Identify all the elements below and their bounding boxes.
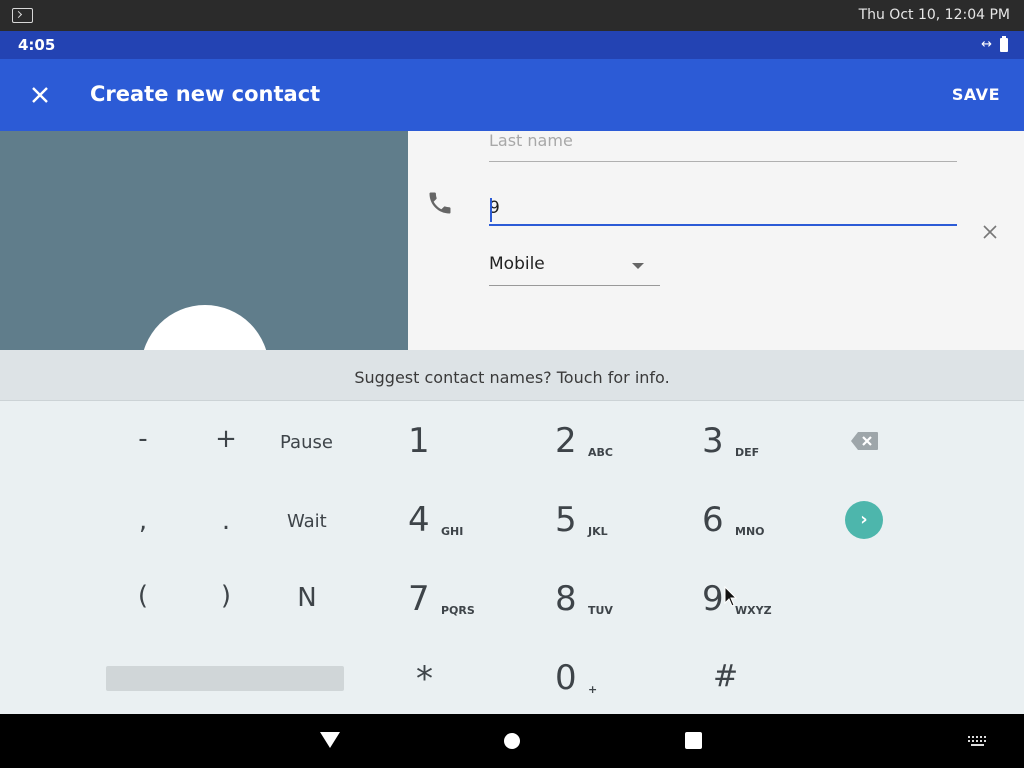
key-letters: GHI (441, 525, 464, 538)
key-letters: TUV (588, 604, 613, 617)
key-letters: JKL (588, 525, 608, 538)
key-4[interactable]: 4 (408, 500, 430, 540)
key-letters: + (588, 683, 598, 696)
last-name-field[interactable]: Last name (489, 131, 957, 162)
mouse-cursor-icon (724, 586, 738, 607)
close-icon (983, 225, 997, 239)
dropdown-arrow-icon (632, 263, 644, 269)
page-title: Create new contact (90, 82, 321, 106)
suggestion-strip[interactable]: Suggest contact names? Touch for info. (0, 350, 1024, 401)
key-digit: 5 (555, 500, 577, 540)
phone-keypad: - + Pause , . Wait ( ) N 1 2 ABC 3 DEF 4… (0, 401, 1024, 714)
contact-form: Last name 9 Mobile (408, 131, 1024, 350)
home-icon[interactable] (504, 733, 520, 749)
key-digit: * (416, 659, 433, 699)
key-minus[interactable]: - (113, 424, 173, 454)
key-0[interactable]: 0 (555, 658, 577, 698)
data-transfer-icon: ↔ (981, 37, 992, 52)
battery-icon (1000, 35, 1008, 52)
key-letters: MNO (735, 525, 765, 538)
key-letters: DEF (735, 446, 760, 459)
host-clock: Thu Oct 10, 12:04 PM (858, 7, 1010, 23)
key-digit: 7 (408, 579, 430, 619)
status-icons: ↔ (981, 35, 1008, 52)
key-1[interactable]: 1 (408, 421, 430, 461)
clear-phone-button[interactable] (982, 221, 998, 246)
key-pause[interactable]: Pause (280, 432, 333, 453)
next-button[interactable]: › (845, 501, 883, 539)
key-digit: 8 (555, 579, 577, 619)
app-bar: Create new contact SAVE (0, 59, 1024, 131)
key-digit: 0 (555, 658, 577, 698)
key-digit: 2 (555, 421, 577, 461)
key-hash[interactable]: # (713, 659, 738, 694)
text-caret (490, 198, 492, 222)
status-bar: 4:05 ↔ (0, 31, 1024, 59)
key-letters: PQRS (441, 604, 475, 617)
key-digit: 6 (702, 500, 724, 540)
keyboard-icon[interactable] (968, 736, 988, 747)
key-8[interactable]: 8 (555, 579, 577, 619)
key-letters: ABC (588, 446, 613, 459)
key-comma[interactable]: , (113, 506, 173, 536)
back-icon[interactable] (320, 732, 340, 748)
save-button[interactable]: SAVE (952, 85, 1000, 104)
chevron-right-icon: › (860, 509, 868, 530)
phone-type-value: Mobile (489, 254, 545, 274)
avatar[interactable] (141, 305, 269, 350)
backspace-icon[interactable] (850, 431, 879, 451)
phone-type-select[interactable]: Mobile (489, 248, 660, 286)
key-dot[interactable]: . (196, 506, 256, 536)
host-top-bar: Thu Oct 10, 12:04 PM (0, 0, 1024, 31)
key-digit: 3 (702, 421, 724, 461)
key-6[interactable]: 6 (702, 500, 724, 540)
key-n[interactable]: N (277, 583, 337, 613)
key-right-paren[interactable]: ) (196, 581, 256, 611)
key-plus[interactable]: + (196, 424, 256, 454)
key-3[interactable]: 3 (702, 421, 724, 461)
key-star[interactable]: * (416, 659, 433, 699)
close-button[interactable] (24, 79, 56, 111)
key-left-paren[interactable]: ( (113, 581, 173, 611)
key-2[interactable]: 2 (555, 421, 577, 461)
close-icon (32, 87, 48, 103)
terminal-icon[interactable] (12, 8, 33, 23)
key-digit: 1 (408, 421, 430, 461)
recents-icon[interactable] (685, 732, 702, 749)
navigation-bar (0, 714, 1024, 768)
status-time: 4:05 (18, 36, 56, 54)
key-digit: 4 (408, 500, 430, 540)
phone-input[interactable]: 9 (489, 186, 957, 226)
key-wait[interactable]: Wait (287, 511, 327, 532)
key-digit: # (713, 659, 739, 694)
key-7[interactable]: 7 (408, 579, 430, 619)
key-digit: 9 (702, 579, 724, 619)
key-letters: WXYZ (735, 604, 772, 617)
key-5[interactable]: 5 (555, 500, 577, 540)
key-9[interactable]: 9 (702, 579, 724, 619)
phone-icon (429, 192, 451, 214)
contact-photo-area[interactable] (0, 131, 408, 350)
last-name-placeholder: Last name (489, 131, 573, 150)
space-key[interactable] (106, 666, 344, 691)
